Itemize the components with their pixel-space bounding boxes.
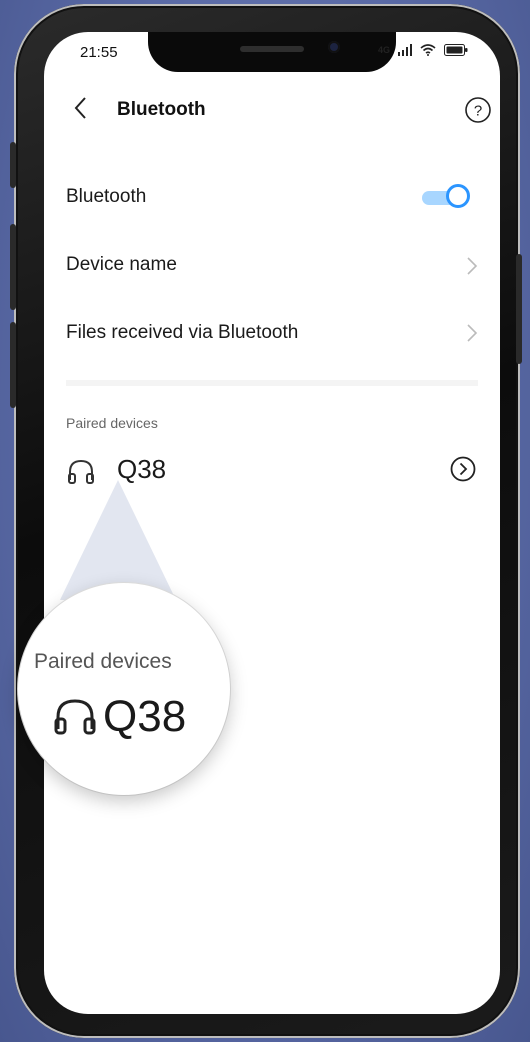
volume-down-button (10, 224, 16, 310)
signal-icon (398, 44, 412, 56)
front-camera (328, 41, 340, 53)
svg-text:?: ? (474, 103, 482, 120)
zoom-callout-label: Paired devices (34, 650, 172, 673)
wifi-icon (420, 44, 436, 56)
device-details-button[interactable] (450, 456, 476, 487)
battery-icon (444, 44, 468, 56)
help-button[interactable]: ? (464, 96, 492, 129)
status-icons: 4G (378, 44, 468, 56)
bluetooth-toggle[interactable] (422, 184, 474, 210)
zoom-callout (18, 583, 230, 795)
back-button[interactable] (72, 96, 90, 125)
page-title: Bluetooth (117, 99, 206, 120)
status-time: 21:55 (80, 44, 118, 61)
side-button (10, 322, 16, 408)
headphones-icon (54, 699, 96, 735)
device-name-label: Device name (66, 254, 177, 275)
chevron-right-icon (467, 257, 478, 275)
power-button (516, 254, 522, 364)
bluetooth-label: Bluetooth (66, 186, 147, 207)
chevron-left-icon (74, 97, 86, 119)
zoom-callout-device-name: Q38 (103, 692, 187, 741)
notch (148, 32, 396, 72)
magnifier-pointer (60, 480, 176, 600)
files-received-label: Files received via Bluetooth (66, 322, 299, 343)
network-type: 4G (377, 45, 390, 55)
volume-up-button (10, 142, 16, 188)
chevron-circle-right-icon (450, 456, 476, 482)
section-divider (66, 380, 478, 386)
speaker-grille (240, 46, 304, 52)
toggle-knob (446, 184, 470, 208)
paired-devices-heading: Paired devices (66, 415, 158, 431)
chevron-right-icon (467, 324, 478, 342)
question-circle-icon: ? (465, 97, 491, 123)
